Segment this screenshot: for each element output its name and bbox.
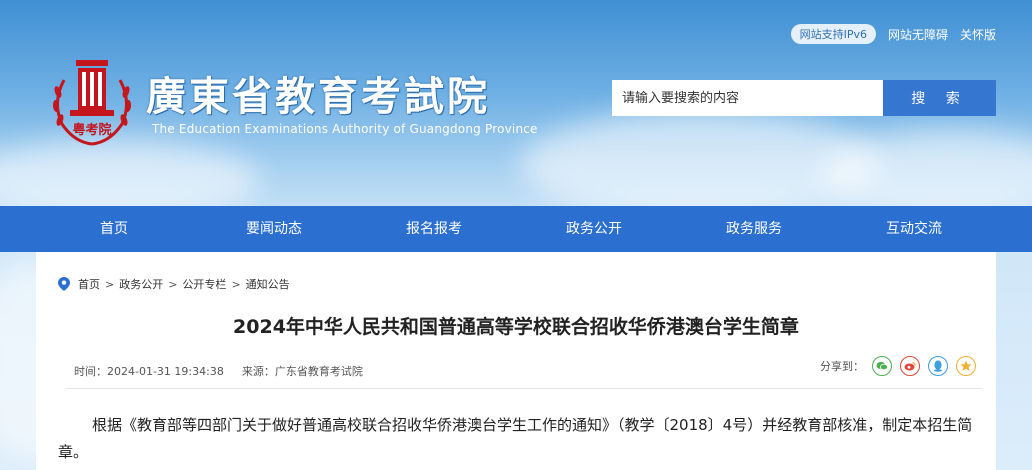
breadcrumb-home[interactable]: 首页 (78, 276, 100, 292)
share-label: 分享到： (820, 360, 864, 373)
breadcrumb-separator: > (168, 277, 178, 291)
nav-item-news[interactable]: 要闻动态 (194, 206, 354, 252)
care-mode-link[interactable]: 关怀版 (960, 26, 996, 43)
top-links: 网站支持IPv6 网站无障碍 关怀版 (790, 24, 996, 44)
breadcrumb-separator: > (231, 277, 241, 291)
wechat-icon[interactable] (872, 356, 892, 376)
nav-item-home[interactable]: 首页 (34, 206, 194, 252)
article-panel: 首页 > 政务公开 > 公开专栏 > 通知公告 2024年中华人民共和国普通高等… (36, 252, 996, 470)
article-meta: 时间：2024-01-31 19:34:38 来源：广东省教育考试院 (74, 363, 363, 379)
location-pin-icon (58, 277, 70, 291)
nav-item-registration[interactable]: 报名报考 (354, 206, 514, 252)
site-name-en: The Education Examinations Authority of … (152, 122, 538, 136)
nav-item-gov-affairs[interactable]: 政务公开 (514, 206, 674, 252)
share-bar: 分享到： (820, 356, 976, 376)
breadcrumb-public-column[interactable]: 公开专栏 (182, 276, 226, 292)
meta-divider (66, 388, 982, 389)
nav-item-gov-services[interactable]: 政务服务 (674, 206, 834, 252)
article-title: 2024年中华人民共和国普通高等学校联合招收华侨港澳台学生简章 (233, 316, 799, 338)
qzone-icon[interactable] (956, 356, 976, 376)
publish-time: 时间：2024-01-31 19:34:38 (74, 365, 224, 378)
nav-item-interaction[interactable]: 互动交流 (834, 206, 994, 252)
site-header: 网站支持IPv6 网站无障碍 关怀版 粤考院 廣東省教育考試院 The Educ… (0, 0, 1032, 206)
breadcrumb-notices[interactable]: 通知公告 (246, 276, 290, 292)
accessibility-link[interactable]: 网站无障碍 (888, 26, 948, 43)
site-name-cn: 廣東省教育考試院 (146, 73, 490, 120)
search-button[interactable]: 搜 索 (883, 80, 996, 116)
logo-text: 粤考院 (72, 122, 111, 138)
main-nav: 首页 要闻动态 报名报考 政务公开 政务服务 互动交流 (0, 206, 1032, 252)
search-input[interactable] (612, 80, 883, 116)
breadcrumb-gov-affairs[interactable]: 政务公开 (119, 276, 163, 292)
ipv6-badge: 网站支持IPv6 (790, 24, 876, 44)
search-bar: 搜 索 (612, 80, 996, 116)
weibo-icon[interactable] (900, 356, 920, 376)
article-body: 根据《教育部等四部门关于做好普通高校联合招收华侨港澳台学生工作的通知》（教学〔2… (58, 416, 973, 461)
logo-emblem-icon[interactable]: 粤考院 (46, 52, 138, 150)
qq-icon[interactable] (928, 356, 948, 376)
article-source: 来源：广东省教育考试院 (241, 365, 363, 378)
breadcrumb-separator: > (105, 277, 115, 291)
breadcrumb: 首页 > 政务公开 > 公开专栏 > 通知公告 (58, 276, 290, 292)
